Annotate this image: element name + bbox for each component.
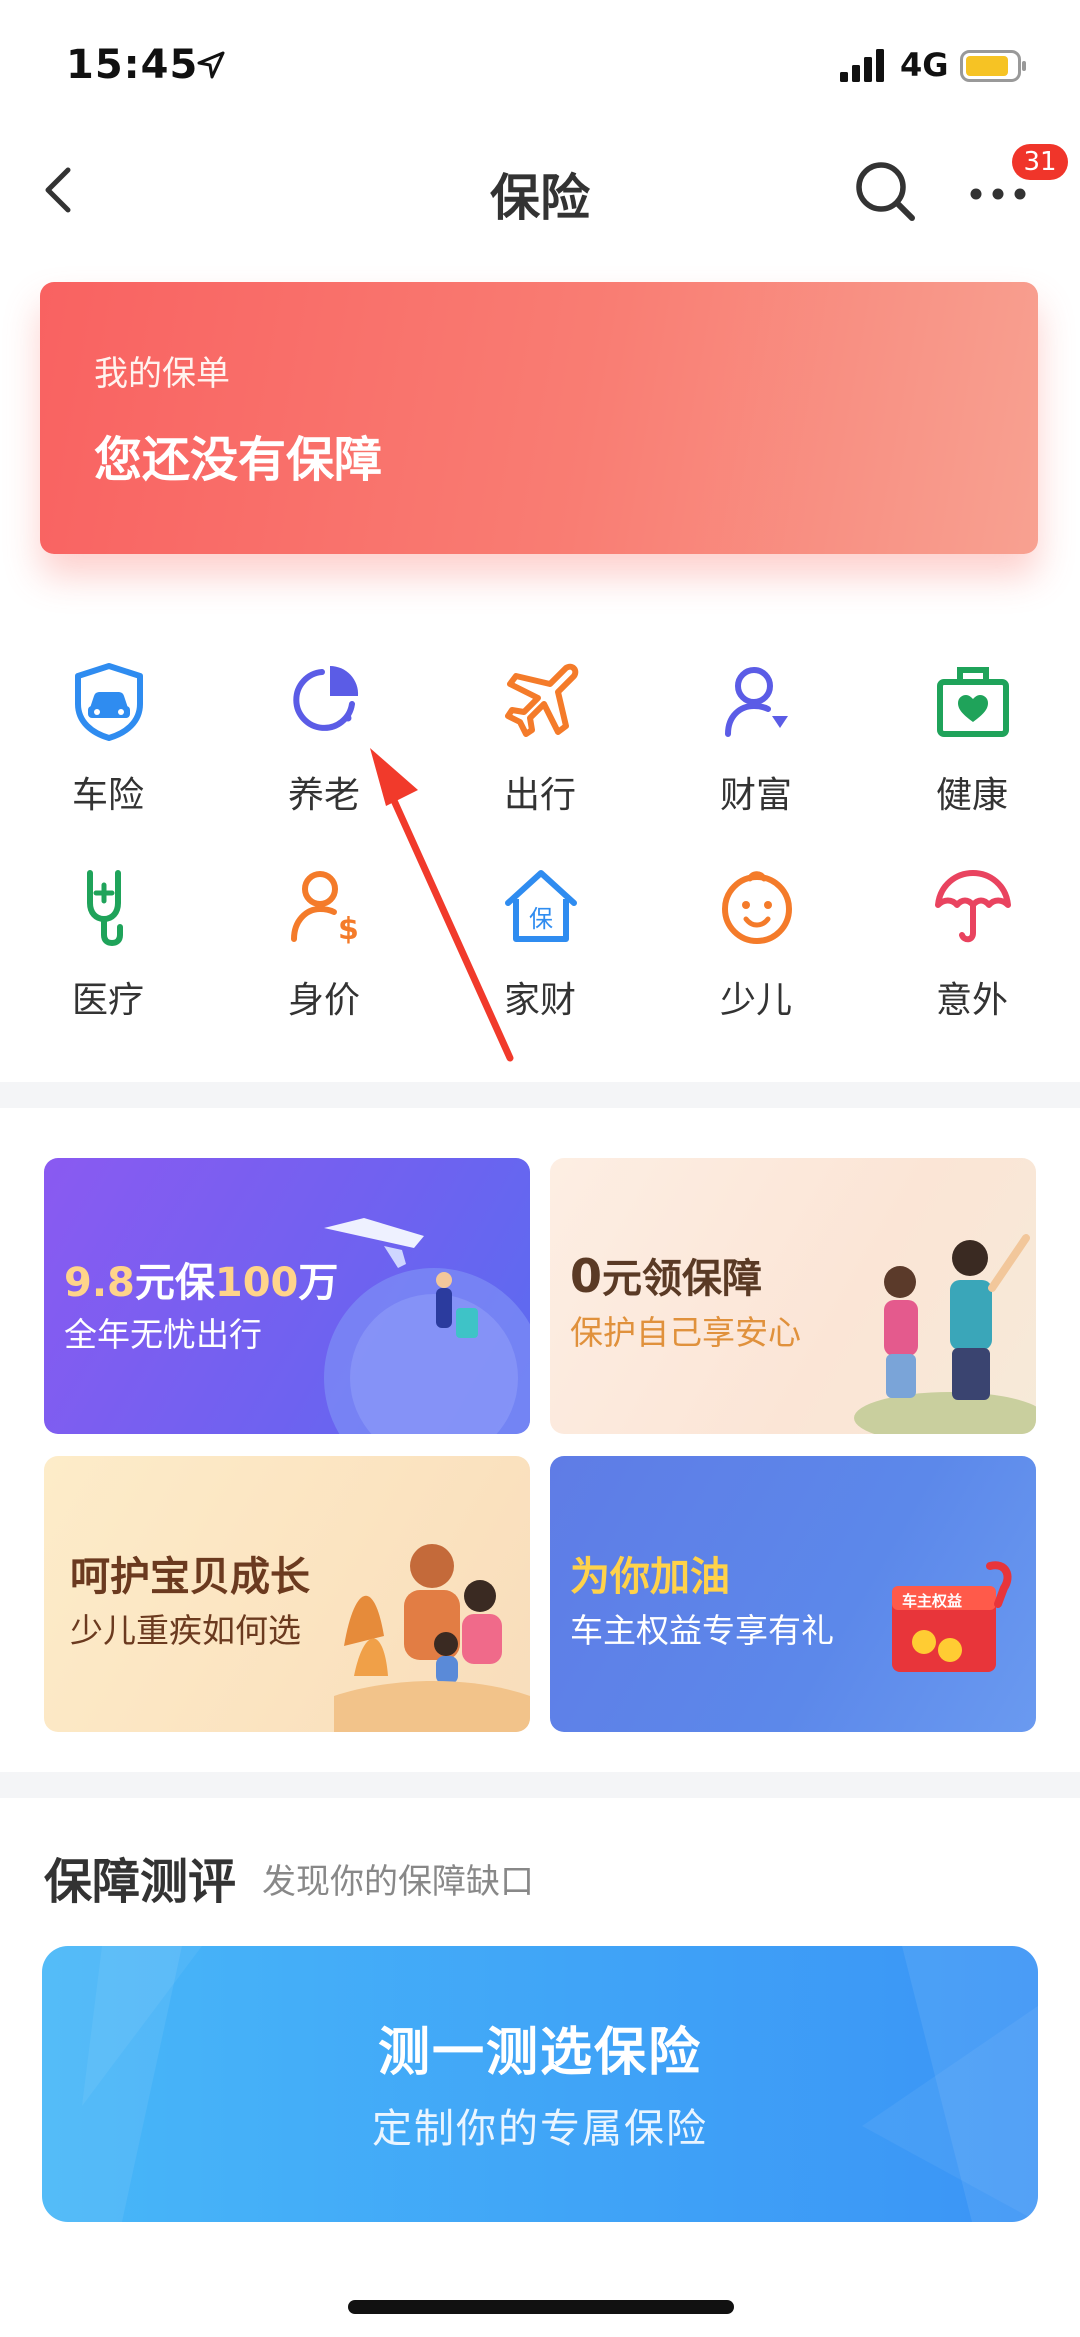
person-diamond-icon [725, 667, 788, 737]
gift-box-illustration [892, 1561, 1012, 1672]
promo-subtitle: 保护自己享安心 [570, 1313, 801, 1352]
promo-subtitle: 少儿重疾如何选 [70, 1611, 301, 1650]
network-type: 4G [900, 46, 949, 84]
category-label: 出行 [503, 775, 576, 816]
car-shield-icon [75, 663, 143, 741]
promo-child-care-card[interactable]: 呵护宝贝成长 少儿重疾如何选 [44, 1456, 530, 1732]
category-label: 健康 [935, 775, 1008, 816]
my-policy-card[interactable]: 我的保单 您还没有保障 [40, 282, 1038, 554]
category-label: 养老 [287, 775, 360, 816]
cellular-signal-icon [840, 49, 884, 82]
assessment-title: 保障测评 [44, 1854, 237, 1910]
family-illustration [334, 1544, 530, 1732]
battery-icon [960, 50, 1026, 82]
baby-face-icon [722, 871, 792, 944]
category-life-value[interactable]: $ 身价 [216, 855, 432, 1035]
category-label: 少儿 [719, 980, 792, 1021]
section-divider [0, 1082, 1080, 1108]
pie-chart-icon [293, 665, 359, 731]
category-car-insurance[interactable]: 车险 [0, 650, 216, 830]
airplane-icon [505, 663, 579, 737]
home-indicator[interactable] [348, 2300, 734, 2314]
category-children[interactable]: 少儿 [648, 855, 864, 1035]
promo-free-coverage-card[interactable]: 0元领保障 保护自己享安心 [550, 1158, 1036, 1434]
stethoscope-icon [87, 870, 123, 947]
category-wealth[interactable]: 财富 [648, 650, 864, 830]
status-time: 15:45 [66, 42, 199, 88]
assessment-banner[interactable]: 测一测选保险 定制你的专属保险 [42, 1946, 1038, 2222]
promo-title: 为你加油 [570, 1554, 730, 1600]
category-accident[interactable]: 意外 [864, 855, 1080, 1035]
nav-bar: 保险 31 [0, 140, 1080, 240]
briefcase-heart-icon [937, 667, 1009, 737]
promo-title: 0元领保障 [570, 1249, 763, 1303]
svg-text:保: 保 [529, 905, 553, 933]
insurance-page: 15:45 4G 保险 31 我的保单 您还没有保障 车险 养老 出行 财富 健… [0, 0, 1080, 2337]
category-health[interactable]: 健康 [864, 650, 1080, 830]
house-icon: 保 [505, 870, 577, 942]
promo-title: 呵护宝贝成长 [70, 1554, 310, 1600]
policy-card-label: 我的保单 [94, 354, 230, 394]
location-arrow-icon [197, 51, 225, 79]
category-medical[interactable]: 医疗 [0, 855, 216, 1035]
category-grid: 车险 养老 出行 财富 健康 医疗 $ 身价 保 家财 少儿 意外 [0, 650, 1080, 1050]
category-label: 财富 [719, 775, 792, 816]
promo-subtitle: 全年无忧出行 [64, 1315, 262, 1354]
assessment-subtitle: 发现你的保障缺口 [262, 1862, 534, 1902]
category-label: 身价 [287, 980, 360, 1021]
category-label: 车险 [71, 775, 144, 816]
promo-car-owner-card[interactable]: 为你加油 车主权益专享有礼 车主权益 [550, 1456, 1036, 1732]
category-label: 家财 [503, 980, 576, 1021]
person-dollar-icon: $ [291, 871, 359, 947]
promo-travel-card[interactable]: 9.8元保100万 全年无忧出行 [44, 1158, 530, 1434]
hiking-couple-illustration [854, 1234, 1036, 1434]
umbrella-icon [935, 870, 1011, 943]
policy-card-status: 您还没有保障 [94, 432, 383, 488]
category-label: 意外 [935, 980, 1008, 1021]
car-owner-tag: 车主权益 [902, 1592, 963, 1610]
notification-badge: 31 [1012, 144, 1068, 180]
assessment-banner-title: 测一测选保险 [377, 2023, 702, 2083]
promo-subtitle: 车主权益专享有礼 [570, 1611, 834, 1650]
category-travel[interactable]: 出行 [432, 650, 648, 830]
search-icon[interactable] [852, 158, 918, 224]
category-label: 医疗 [71, 980, 144, 1021]
category-pension[interactable]: 养老 [216, 650, 432, 830]
status-bar: 15:45 4G [0, 0, 1080, 130]
assessment-banner-subtitle: 定制你的专属保险 [372, 2106, 708, 2152]
category-home-property[interactable]: 保 家财 [432, 855, 648, 1035]
page-title: 保险 [490, 169, 590, 227]
globe-travel-illustration [324, 1218, 530, 1434]
promo-title: 9.8元保100万 [64, 1260, 339, 1306]
section-divider [0, 1772, 1080, 1798]
svg-text:$: $ [338, 912, 359, 947]
